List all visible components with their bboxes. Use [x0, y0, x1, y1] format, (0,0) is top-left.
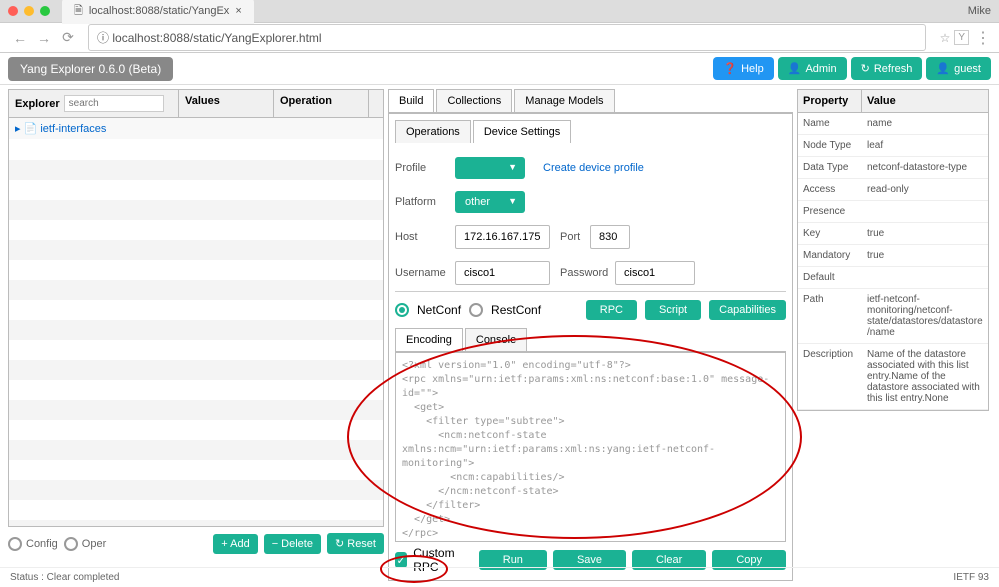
- explorer-panel: Explorer Values Operation ▸ 📄 ietf-inter…: [8, 89, 384, 556]
- admin-button[interactable]: 👤Admin: [778, 57, 847, 80]
- main-tabs: Build Collections Manage Models: [388, 89, 793, 113]
- tab-device-settings[interactable]: Device Settings: [473, 120, 571, 143]
- password-input[interactable]: [615, 261, 695, 285]
- tab-collections[interactable]: Collections: [436, 89, 512, 112]
- help-button[interactable]: ❓Help: [713, 57, 773, 80]
- back-icon[interactable]: ←: [8, 30, 32, 46]
- property-row: DescriptionName of the datastore associa…: [798, 344, 988, 410]
- platform-dropdown[interactable]: other: [455, 191, 525, 213]
- tab-favicon: 🗎: [74, 2, 83, 21]
- script-button[interactable]: Script: [645, 300, 701, 320]
- explorer-title: Explorer: [15, 98, 60, 110]
- search-input[interactable]: [64, 95, 164, 112]
- property-row: Accessread-only: [798, 179, 988, 201]
- close-icon[interactable]: [8, 6, 18, 16]
- property-row: Namename: [798, 113, 988, 135]
- property-row: Presence: [798, 201, 988, 223]
- netconf-radio[interactable]: [395, 303, 409, 317]
- guest-button[interactable]: 👤guest: [926, 57, 991, 80]
- model-tree[interactable]: ▸ 📄 ietf-interfaces: [8, 118, 384, 527]
- extension-icon[interactable]: Y: [954, 30, 969, 45]
- reset-button[interactable]: ↻ Reset: [327, 533, 384, 554]
- rpc-editor[interactable]: <?xml version="1.0" encoding="utf-8"?> <…: [395, 352, 786, 542]
- platform-label: Platform: [395, 196, 455, 208]
- browser-titlebar: 🗎 localhost:8088/static/YangEx × Mike: [0, 0, 999, 23]
- user-icon: 👤: [788, 62, 802, 75]
- status-text: Status : Clear completed: [10, 572, 120, 583]
- netconf-label: NetConf: [417, 303, 461, 317]
- tab-title: localhost:8088/static/YangEx: [89, 5, 229, 17]
- add-button[interactable]: + Add: [213, 534, 257, 554]
- tab-build[interactable]: Build: [388, 89, 434, 112]
- app-header: Yang Explorer 0.6.0 (Beta) ❓Help 👤Admin …: [0, 53, 999, 85]
- property-row: Data Typenetconf-datastore-type: [798, 157, 988, 179]
- address-input[interactable]: ⓘ localhost:8088/static/YangExplorer.htm…: [88, 24, 926, 51]
- property-table: PropertyValue NamenameNode TypeleafData …: [797, 89, 989, 411]
- host-label: Host: [395, 231, 455, 243]
- property-row: Node Typeleaf: [798, 135, 988, 157]
- url-bar: ← → ⟳ ⓘ localhost:8088/static/YangExplor…: [0, 23, 999, 53]
- custom-rpc-checkbox[interactable]: ✓: [395, 552, 407, 568]
- minimize-icon[interactable]: [24, 6, 34, 16]
- forward-icon: →: [32, 30, 56, 46]
- profile-label: Profile: [395, 162, 455, 174]
- values-header: Values: [179, 90, 274, 117]
- refresh-button[interactable]: ↻Refresh: [851, 57, 923, 80]
- username-label: Username: [395, 267, 455, 279]
- rpc-button[interactable]: RPC: [586, 300, 637, 320]
- tab-close-icon[interactable]: ×: [235, 5, 241, 17]
- browser-tab[interactable]: 🗎 localhost:8088/static/YangEx ×: [62, 0, 254, 24]
- delete-button[interactable]: − Delete: [264, 534, 321, 554]
- restconf-radio[interactable]: [469, 303, 483, 317]
- property-header: Property: [798, 90, 862, 112]
- operation-header: Operation: [274, 90, 369, 117]
- tab-console[interactable]: Console: [465, 328, 527, 351]
- menu-icon[interactable]: ⋮: [975, 28, 991, 48]
- url-text: localhost:8088/static/YangExplorer.html: [112, 31, 321, 45]
- oper-radio[interactable]: Oper: [64, 537, 106, 551]
- bookmark-icon[interactable]: ☆: [940, 31, 951, 45]
- property-row: Default: [798, 267, 988, 289]
- tab-manage-models[interactable]: Manage Models: [514, 89, 614, 112]
- explorer-header: Explorer Values Operation: [8, 89, 384, 118]
- username-input[interactable]: [455, 261, 550, 285]
- password-label: Password: [560, 267, 615, 279]
- refresh-icon: ↻: [861, 62, 870, 75]
- value-header: Value: [862, 90, 988, 112]
- reload-icon[interactable]: ⟳: [56, 29, 80, 46]
- create-profile-link[interactable]: Create device profile: [543, 162, 644, 174]
- app-title: Yang Explorer 0.6.0 (Beta): [8, 57, 173, 81]
- footer-right: IETF 93: [953, 572, 989, 583]
- profile-name[interactable]: Mike: [968, 5, 991, 17]
- restconf-label: RestConf: [491, 303, 541, 317]
- profile-dropdown[interactable]: [455, 157, 525, 179]
- user-icon: 👤: [936, 62, 950, 75]
- help-icon: ❓: [723, 62, 737, 75]
- info-icon[interactable]: ⓘ: [97, 31, 109, 45]
- maximize-icon[interactable]: [40, 6, 50, 16]
- tab-operations[interactable]: Operations: [395, 120, 471, 143]
- tree-item[interactable]: ▸ 📄 ietf-interfaces: [9, 118, 383, 139]
- port-input[interactable]: [590, 225, 630, 249]
- port-label: Port: [560, 231, 590, 243]
- capabilities-button[interactable]: Capabilities: [709, 300, 786, 320]
- status-bar: Status : Clear completed IETF 93: [0, 567, 999, 587]
- host-input[interactable]: [455, 225, 550, 249]
- property-row: Keytrue: [798, 223, 988, 245]
- tab-encoding[interactable]: Encoding: [395, 328, 463, 351]
- config-radio[interactable]: Config: [8, 537, 58, 551]
- property-row: Pathietf-netconf-monitoring/netconf-stat…: [798, 289, 988, 344]
- property-row: Mandatorytrue: [798, 245, 988, 267]
